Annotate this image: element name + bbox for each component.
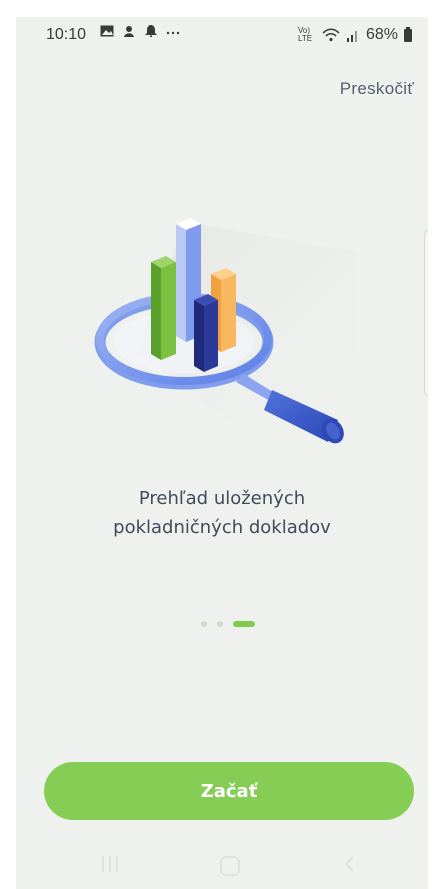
title-line-2: pokladničných dokladov	[113, 517, 331, 538]
home-icon[interactable]	[220, 856, 240, 876]
app-screen: 10:10 Vo) LTE 68% Preskočiť Prehľad ulož…	[16, 17, 428, 889]
status-bar: 10:10 Vo) LTE 68%	[16, 17, 428, 51]
status-left-icons	[100, 25, 180, 37]
app-icon	[124, 26, 134, 37]
skip-button[interactable]: Preskočiť	[340, 79, 414, 99]
notification-bell-icon	[145, 25, 157, 37]
onboarding-title: Prehľad uložených pokladničných dokladov	[16, 484, 428, 542]
back-icon[interactable]	[342, 855, 356, 873]
signal-icon	[346, 31, 357, 42]
image-icon	[100, 25, 114, 37]
status-time: 10:10	[46, 26, 87, 43]
wifi-icon	[322, 28, 340, 42]
chart-magnifier-illustration	[94, 218, 356, 444]
battery-percent: 68%	[365, 26, 398, 43]
more-icon	[166, 31, 180, 35]
lte-label: Vo) LTE	[297, 26, 313, 43]
status-right: Vo) LTE 68%	[298, 26, 412, 44]
system-nav-bar	[16, 841, 428, 889]
battery-icon	[404, 26, 412, 42]
page-dot-1[interactable]	[201, 621, 207, 627]
start-button[interactable]: Začať	[44, 762, 414, 820]
recent-apps-icon[interactable]	[100, 855, 120, 873]
page-dot-3-active[interactable]	[233, 621, 255, 627]
title-line-1: Prehľad uložených	[138, 488, 306, 509]
page-indicator	[201, 621, 255, 627]
edge-panel-handle[interactable]	[424, 229, 428, 397]
page-dot-2[interactable]	[217, 621, 223, 627]
